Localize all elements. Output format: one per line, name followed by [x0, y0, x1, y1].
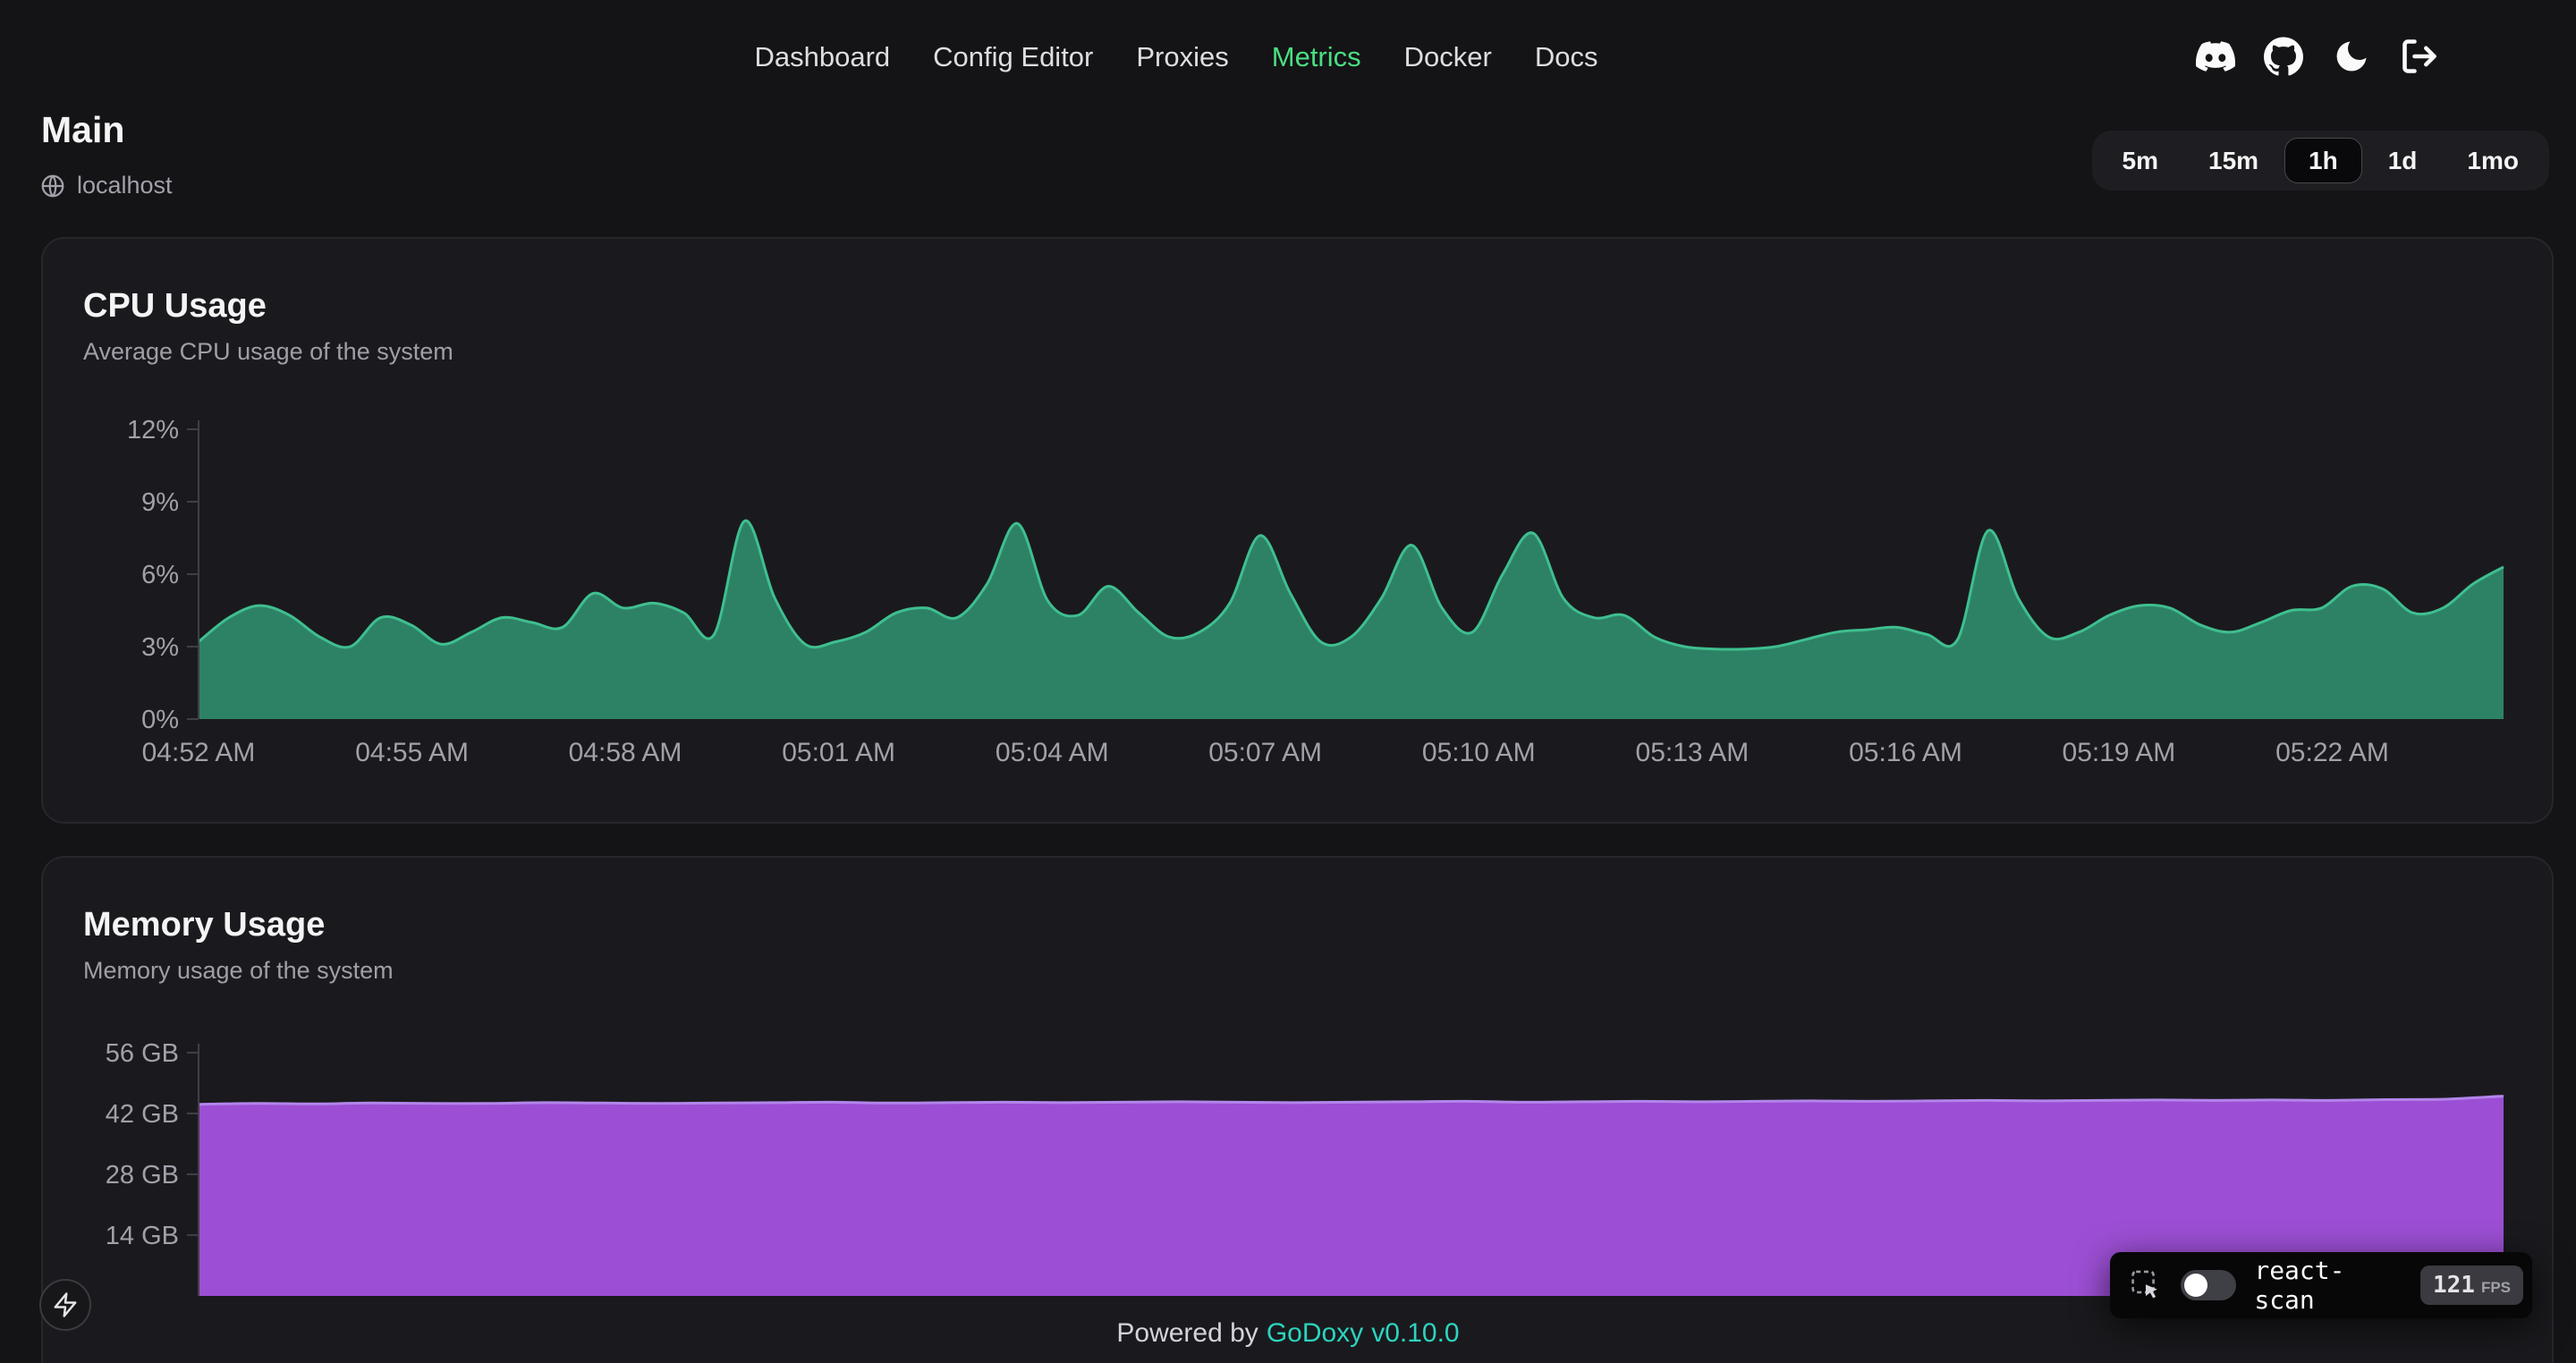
svg-text:28 GB: 28 GB [106, 1161, 179, 1189]
svg-text:05:04 AM: 05:04 AM [996, 738, 1109, 767]
bolt-icon [52, 1291, 79, 1318]
svg-text:05:19 AM: 05:19 AM [2063, 738, 2176, 767]
memory-card-subtitle: Memory usage of the system [83, 957, 2512, 985]
svg-text:14 GB: 14 GB [106, 1222, 179, 1250]
time-range-15m[interactable]: 15m [2184, 138, 2283, 184]
svg-text:05:16 AM: 05:16 AM [1849, 738, 1962, 767]
svg-text:42 GB: 42 GB [106, 1100, 179, 1129]
footer: Powered by GoDoxy v0.10.0 [0, 1318, 2576, 1349]
svg-text:05:01 AM: 05:01 AM [782, 738, 895, 767]
nav-item-metrics[interactable]: Metrics [1272, 41, 1361, 73]
godoxy-link[interactable]: GoDoxy [1267, 1318, 1363, 1348]
time-range-1mo[interactable]: 1mo [2443, 138, 2543, 184]
fps-badge: 121 FPS [2420, 1266, 2523, 1305]
top-nav: Dashboard Config Editor Proxies Metrics … [755, 41, 1598, 73]
page-title: Main [41, 109, 124, 151]
memory-card-title: Memory Usage [83, 906, 2512, 944]
host-label: localhost [77, 172, 173, 199]
cpu-usage-chart[interactable]: 12% 9% 6% 3% 0% 04:52 AM 04:55 AM 04:58 AM 05:01… [83, 419, 2512, 779]
cpu-usage-card: CPU Usage Average CPU usage of the syste… [41, 237, 2554, 824]
svg-text:05:13 AM: 05:13 AM [1636, 738, 1750, 767]
svg-text:04:55 AM: 04:55 AM [355, 738, 469, 767]
nav-item-dashboard[interactable]: Dashboard [755, 41, 891, 73]
react-scan-toolbar[interactable]: react-scan 121 FPS [2110, 1252, 2532, 1318]
cpu-card-title: CPU Usage [83, 287, 2512, 326]
react-scan-label: react-scan [2254, 1256, 2402, 1315]
time-range-5m[interactable]: 5m [2098, 138, 2182, 184]
svg-text:3%: 3% [141, 633, 179, 662]
quick-actions-button[interactable] [39, 1279, 91, 1331]
svg-text:05:10 AM: 05:10 AM [1422, 738, 1536, 767]
app-viewport: Dashboard Config Editor Proxies Metrics … [0, 0, 2576, 1363]
host-row: localhost [39, 172, 173, 199]
svg-text:0%: 0% [141, 706, 179, 734]
github-icon[interactable] [2263, 36, 2304, 77]
nav-item-docker[interactable]: Docker [1404, 41, 1492, 73]
svg-text:9%: 9% [141, 488, 179, 517]
nav-item-docs[interactable]: Docs [1535, 41, 1598, 73]
discord-icon[interactable] [2195, 36, 2236, 77]
time-range-1d[interactable]: 1d [2364, 138, 2442, 184]
svg-text:56 GB: 56 GB [106, 1039, 179, 1068]
version-label: v0.10.0 [1371, 1318, 1459, 1348]
svg-text:6%: 6% [141, 561, 179, 589]
svg-text:04:52 AM: 04:52 AM [142, 738, 256, 767]
svg-text:05:22 AM: 05:22 AM [2275, 738, 2389, 767]
powered-by-text: Powered by [1116, 1318, 1258, 1348]
nav-item-proxies[interactable]: Proxies [1136, 41, 1228, 73]
svg-text:04:58 AM: 04:58 AM [569, 738, 682, 767]
header-icons [2195, 36, 2440, 77]
react-scan-toggle[interactable] [2181, 1270, 2236, 1300]
globe-icon [39, 173, 66, 199]
svg-text:12%: 12% [127, 419, 179, 444]
svg-text:05:07 AM: 05:07 AM [1208, 738, 1322, 767]
time-range-control: 5m 15m 1h 1d 1mo [2092, 131, 2549, 190]
fps-value: 121 [2433, 1272, 2475, 1299]
nav-item-config-editor[interactable]: Config Editor [933, 41, 1093, 73]
logout-icon[interactable] [2399, 36, 2440, 77]
time-range-1h[interactable]: 1h [2284, 138, 2362, 184]
dark-mode-icon[interactable] [2331, 36, 2372, 77]
cpu-card-subtitle: Average CPU usage of the system [83, 338, 2512, 366]
inspect-icon[interactable] [2130, 1268, 2163, 1302]
fps-unit: FPS [2481, 1279, 2511, 1297]
toggle-knob [2184, 1274, 2207, 1297]
